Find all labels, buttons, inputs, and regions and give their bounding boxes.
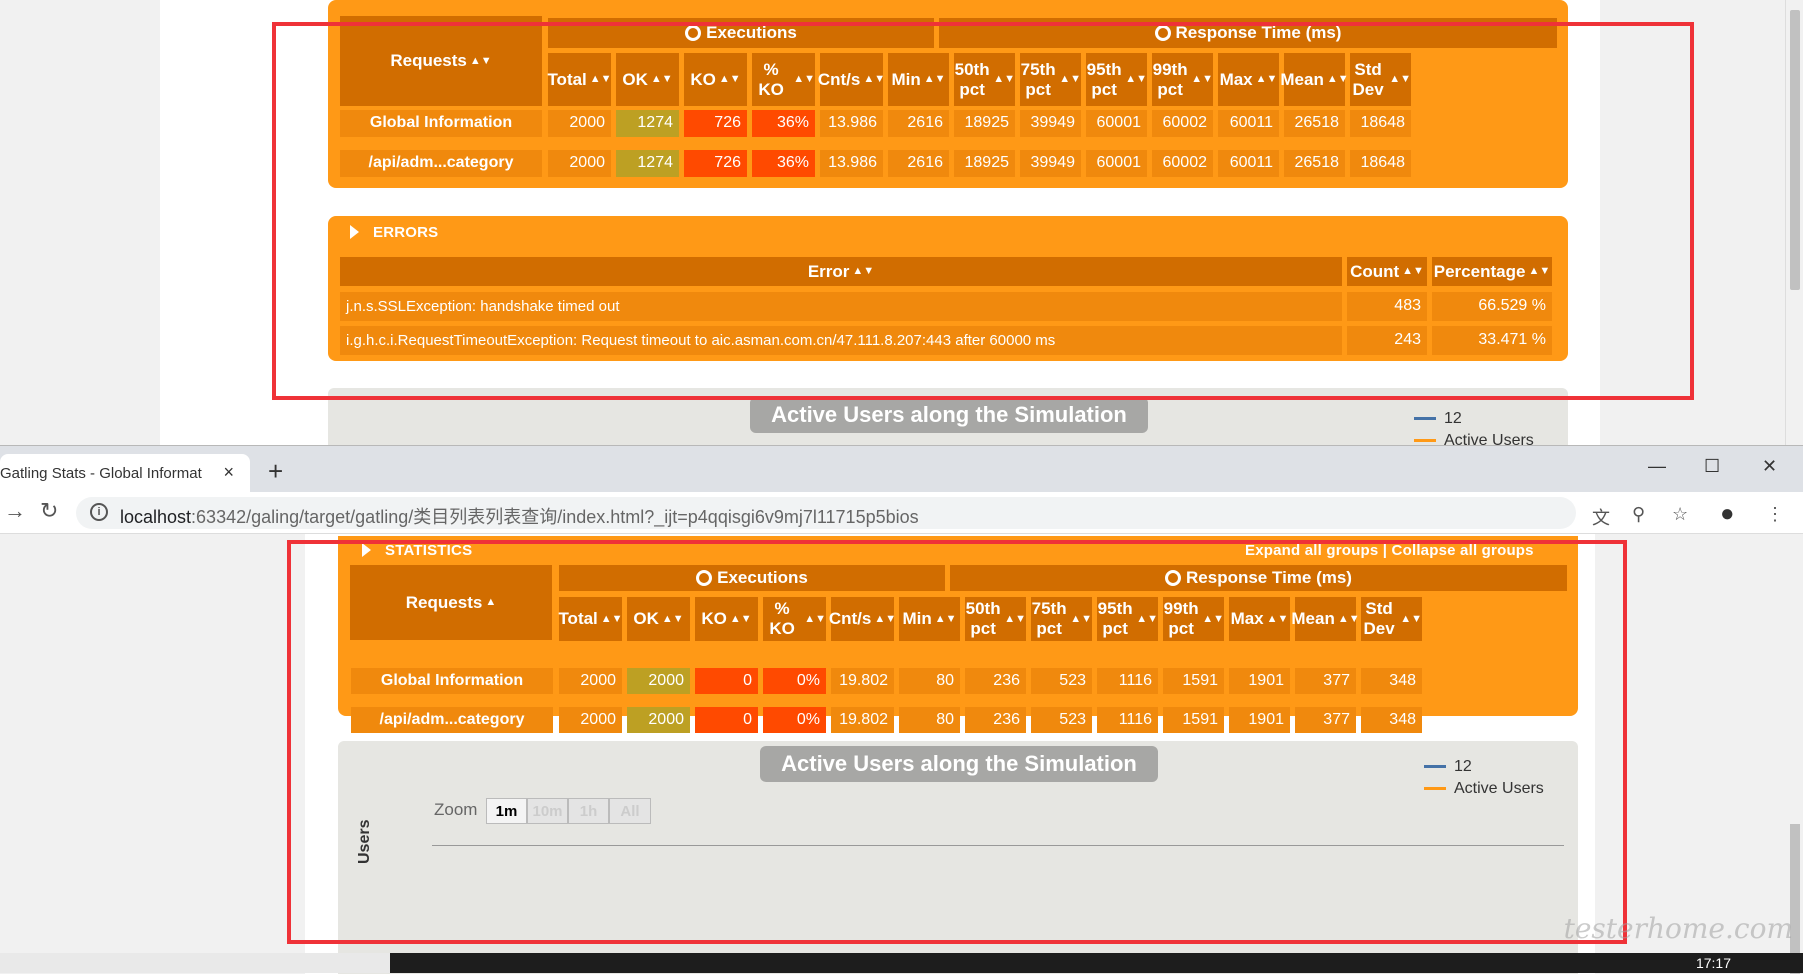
browser-toolbar: → ↻ i localhost:63342/galing/target/gatl…	[0, 492, 1803, 534]
taskbar-clock: 17:17	[1695, 955, 1731, 971]
highlight-box-bottom	[287, 540, 1627, 944]
page-scrollbar[interactable]	[1787, 534, 1803, 974]
tab-title: Gatling Stats - Global Informat	[0, 465, 202, 482]
back-arrow-icon[interactable]: →	[4, 498, 26, 524]
close-window-button[interactable]: ✕	[1762, 456, 1777, 477]
maximize-button[interactable]: ☐	[1704, 456, 1720, 477]
translate-icon[interactable]: 文	[1592, 504, 1610, 530]
top-legend-count: 12	[1444, 410, 1462, 427]
menu-dots-icon[interactable]: ⋮	[1766, 504, 1784, 525]
legend-blue-line-icon	[1414, 417, 1436, 421]
top-scrollbar-thumb[interactable]	[1790, 10, 1800, 290]
top-chart-legend[interactable]: 12 Active Users	[1414, 410, 1534, 445]
tab-gatling-stats[interactable]: Gatling Stats - Global Informat ×	[0, 454, 250, 492]
profile-avatar-icon[interactable]: ●	[1720, 500, 1735, 528]
tab-close-icon[interactable]: ×	[223, 462, 234, 483]
highlight-box-top	[272, 22, 1694, 400]
zoom-magnifier-icon[interactable]: ⚲	[1632, 504, 1645, 525]
watermark-text: testerhome.com	[1563, 912, 1793, 945]
minimize-button[interactable]: —	[1648, 456, 1666, 477]
page-scrollbar-thumb[interactable]	[1790, 824, 1800, 974]
top-legend-label: Active Users	[1444, 432, 1534, 445]
tab-strip: Gatling Stats - Global Informat × + — ☐ …	[0, 446, 1803, 492]
site-info-icon[interactable]: i	[90, 503, 108, 521]
new-tab-button[interactable]: +	[268, 456, 283, 487]
reload-icon[interactable]: ↻	[40, 498, 58, 524]
address-bar[interactable]: i localhost:63342/galing/target/gatling/…	[76, 497, 1576, 529]
legend-orange-line-icon	[1414, 439, 1436, 443]
url-path: :63342/galing/target/gatling/类目列表列表查询/in…	[191, 507, 919, 527]
bookmark-star-icon[interactable]: ☆	[1672, 504, 1688, 525]
windows-taskbar: 17:17	[0, 953, 1803, 973]
url-text: localhost:63342/galing/target/gatling/类目…	[120, 503, 919, 529]
taskbar-left-strip	[0, 953, 390, 973]
top-scrollbar[interactable]	[1785, 0, 1803, 445]
url-host: localhost	[120, 507, 192, 527]
top-chart-title: Active Users along the Simulation	[750, 397, 1148, 433]
